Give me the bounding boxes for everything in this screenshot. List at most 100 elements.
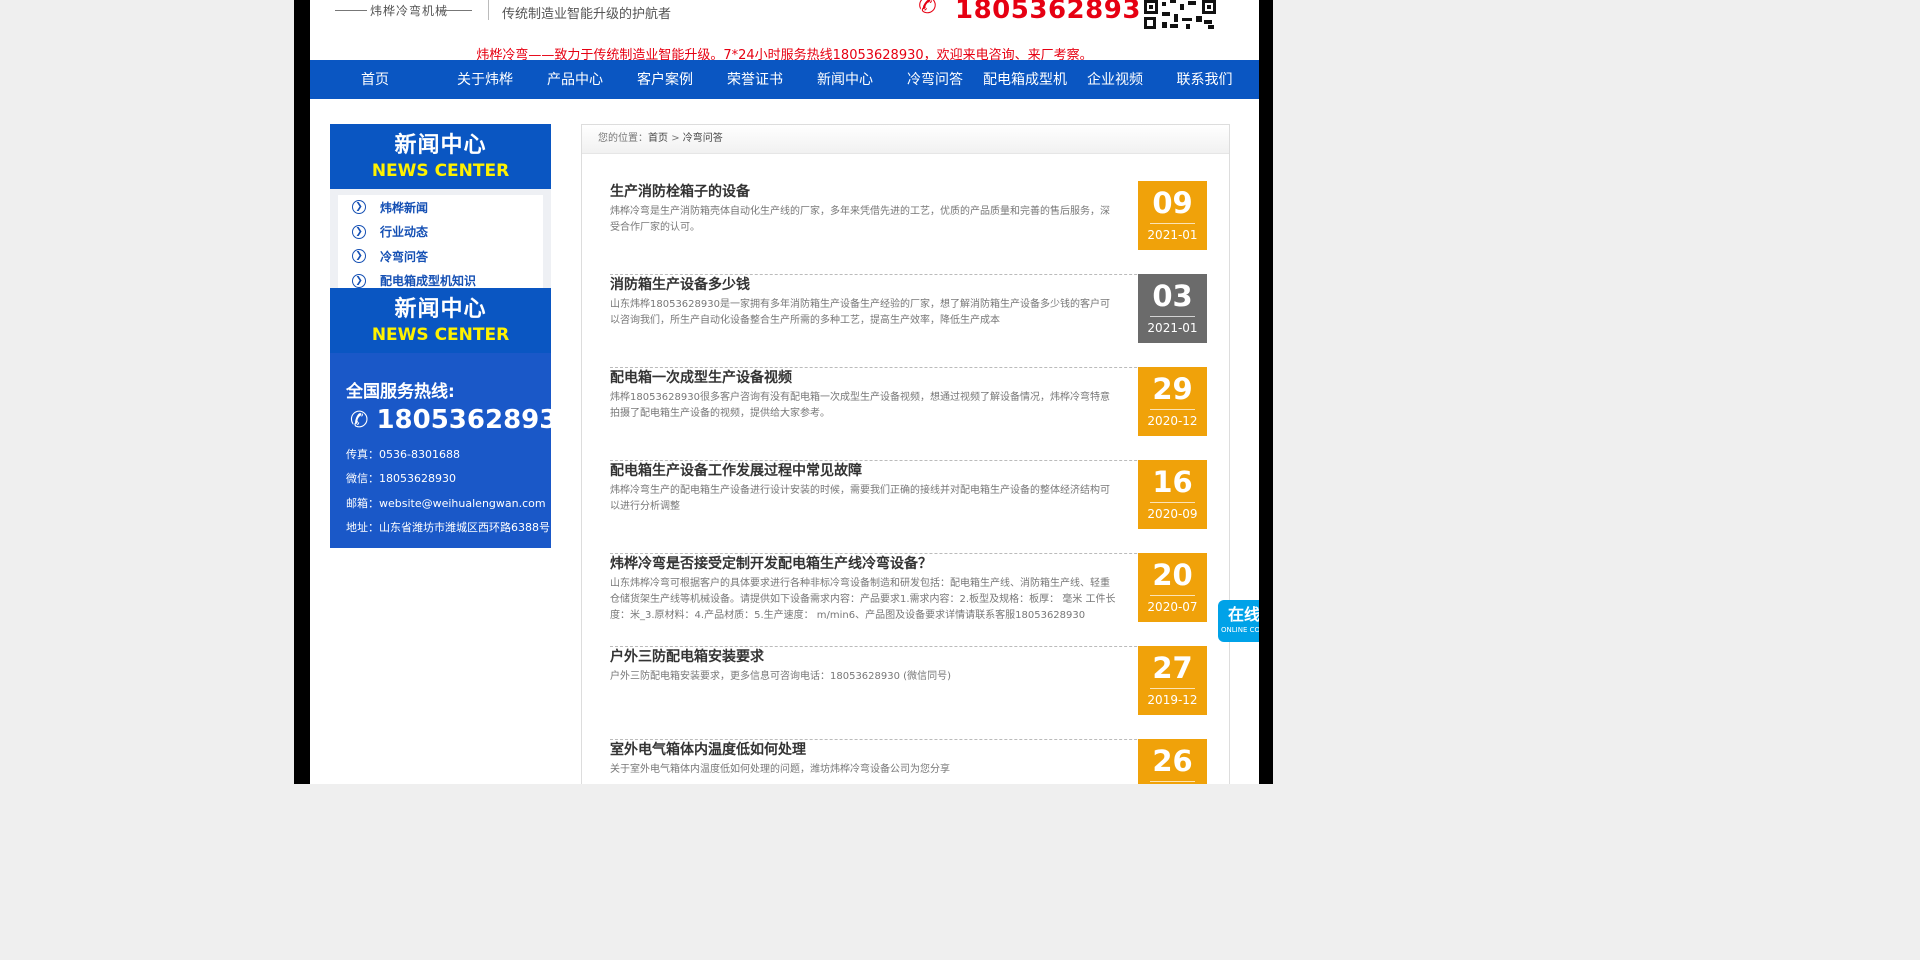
news-title[interactable]: 炜桦冷弯是否接受定制开发配电箱生产线冷弯设备？ xyxy=(610,553,932,573)
header-phone: 18053628930 xyxy=(955,0,1160,25)
contact-header-subtitle: NEWS CENTER xyxy=(371,325,510,345)
nav-about[interactable]: 关于炜桦 xyxy=(440,60,530,99)
right-black-bar xyxy=(1259,0,1273,784)
news-title[interactable]: 室外电气箱体内温度低如何处理 xyxy=(610,739,806,759)
online-consult-label: 在线 xyxy=(1228,605,1259,624)
news-summary: 炜桦冷弯生产的配电箱生产设备进行设计安装的时候，需要我们正确的接线并对配电箱生产… xyxy=(610,485,1110,512)
nav-honors[interactable]: 荣誉证书 xyxy=(710,60,800,99)
breadcrumb: 您的位置：首页 > 冷弯问答 xyxy=(582,125,1229,154)
news-date-badge: 26 xyxy=(1138,739,1207,784)
news-date-badge: 03 2021-01 xyxy=(1138,274,1207,343)
news-title[interactable]: 户外三防配电箱安装要求 xyxy=(610,646,764,666)
logo-line-left xyxy=(335,10,367,11)
news-item[interactable]: 户外三防配电箱安装要求户外三防配电箱安装要求，更多信息可咨询电话：1805362… xyxy=(610,646,1207,740)
page: 炜桦冷弯机械 传统制造业智能升级的护航者 ✆ 18053628930 炜桦冷弯—… xyxy=(310,0,1259,784)
header-divider xyxy=(488,0,489,20)
news-item[interactable]: 配电箱一次成型生产设备视频炜桦18053628930很多客户咨询有没有配电箱一次… xyxy=(610,367,1207,461)
sidebar-item-label: 配电箱成型机知识 xyxy=(380,274,477,289)
news-date-badge: 29 2020-12 xyxy=(1138,367,1207,436)
online-consult-button[interactable]: 在线 ONLINE CONSULT xyxy=(1218,600,1259,642)
sidebar: 新闻中心 NEWS CENTER ❯ 炜桦新闻 ❯ 行业动态 ❯ 冷弯问答 ❯ 配电箱成… xyxy=(330,124,575,548)
nav-news[interactable]: 新闻中心 xyxy=(800,60,890,99)
news-item[interactable]: 消防箱生产设备多少钱山东炜桦18053628930是一家拥有多年消防箱生产设备生… xyxy=(610,274,1207,368)
news-day: 29 xyxy=(1152,372,1193,406)
sidebar-item-label: 冷弯问答 xyxy=(380,249,429,264)
news-item[interactable]: 炜桦冷弯是否接受定制开发配电箱生产线冷弯设备？ 山东炜桦冷弯可根据客户的具体要求进… xyxy=(610,553,1207,647)
news-day: 26 xyxy=(1152,744,1193,778)
sidebar-item-label: 行业动态 xyxy=(380,225,429,240)
hotline-label: 全国服务热线: xyxy=(346,382,455,402)
sidebar-header-subtitle: NEWS CENTER xyxy=(371,161,510,181)
news-item[interactable]: 配电箱生产设备工作发展过程中常见故障炜桦冷弯生产的配电箱生产设备进行设计安装的时… xyxy=(610,460,1207,554)
news-title[interactable]: 消防箱生产设备多少钱 xyxy=(610,274,750,294)
nav-qa[interactable]: 冷弯问答 xyxy=(890,60,980,99)
news-summary: 炜桦冷弯是生产消防箱壳体自动化生产线的厂家，多年来凭借先进的工艺，优质的产品质量… xyxy=(610,206,1110,233)
breadcrumb-prefix: 您的位置： xyxy=(598,133,648,144)
sidebar-item-news[interactable]: ❯ 炜桦新闻 xyxy=(338,195,543,220)
qr-code-icon xyxy=(1142,0,1218,30)
phone-icon: ✆ xyxy=(915,0,939,21)
hotline-number-text: 18053628930 xyxy=(376,405,576,435)
news-day: 27 xyxy=(1152,651,1193,685)
contact-email: 邮箱：website@weihualengwan.com xyxy=(346,497,546,510)
news-summary: 山东炜桦18053628930是一家拥有多年消防箱生产设备生产经验的厂家，想了解… xyxy=(610,299,1110,326)
news-date-badge: 09 2021-01 xyxy=(1138,181,1207,250)
news-list-panel: 您的位置：首页 > 冷弯问答 生产消防栓箱子的设备炜桦冷弯是生产消防箱壳体自动化… xyxy=(581,124,1230,784)
news-month: 2020-09 xyxy=(1147,507,1198,521)
news-month: 2020-07 xyxy=(1147,600,1198,614)
news-day: 20 xyxy=(1152,558,1193,592)
date-divider xyxy=(1150,781,1195,782)
nav-video[interactable]: 企业视频 xyxy=(1070,60,1160,99)
news-month: 2021-01 xyxy=(1147,228,1198,242)
contact-header-title: 新闻中心 xyxy=(394,297,487,322)
news-month: 2021-01 xyxy=(1147,321,1198,335)
news-month: 2019-12 xyxy=(1147,693,1198,707)
news-title[interactable]: 生产消防栓箱子的设备 xyxy=(610,181,750,201)
contact-header: 新闻中心 NEWS CENTER xyxy=(330,288,551,353)
breadcrumb-current: 冷弯问答 xyxy=(682,133,723,144)
news-summary: 关于室外电气箱体内温度低如何处理的问题，潍坊炜桦冷弯设备公司为您分享 xyxy=(610,764,950,775)
news-day: 16 xyxy=(1152,465,1193,499)
news-date-badge: 16 2020-09 xyxy=(1138,460,1207,529)
left-black-bar xyxy=(294,0,310,784)
header-slogan: 传统制造业智能升级的护航者 xyxy=(502,7,672,22)
contact-panel: 全国服务热线: ✆ 18053628930 传真：0536-8301688 微信：… xyxy=(330,353,575,548)
news-item[interactable]: 生产消防栓箱子的设备炜桦冷弯是生产消防箱壳体自动化生产线的厂家，多年来凭借先进的… xyxy=(610,181,1207,275)
nav-cases[interactable]: 客户案例 xyxy=(620,60,710,99)
news-day: 03 xyxy=(1152,279,1193,313)
phone-icon: ✆ xyxy=(350,407,369,433)
sidebar-header: 新闻中心 NEWS CENTER xyxy=(330,124,551,189)
news-title[interactable]: 配电箱生产设备工作发展过程中常见故障 xyxy=(610,460,862,480)
news-date-badge: 20 2020-07 xyxy=(1138,553,1207,622)
news-summary: 山东炜桦冷弯可根据客户的具体要求进行各种非标冷弯设备制造和研发包括：配电箱生产线… xyxy=(610,578,1116,621)
contact-wechat: 微信：18053628930 xyxy=(346,472,456,485)
news-month: 2020-12 xyxy=(1147,414,1198,428)
nav-machine[interactable]: 配电箱成型机 xyxy=(980,60,1070,99)
breadcrumb-home[interactable]: 首页 xyxy=(648,133,668,144)
logo-subtitle: 炜桦冷弯机械 xyxy=(370,4,449,18)
nav-contact[interactable]: 联系我们 xyxy=(1160,60,1249,99)
logo-line-right xyxy=(440,10,472,11)
news-title[interactable]: 配电箱一次成型生产设备视频 xyxy=(610,367,792,387)
news-summary: 炜桦18053628930很多客户咨询有没有配电箱一次成型生产设备视频，想通过视… xyxy=(610,392,1110,419)
contact-address: 地址：山东省潍坊市潍城区西环路6388号 xyxy=(346,521,550,534)
news-date-badge: 27 2019-12 xyxy=(1138,646,1207,715)
chevron-right-icon: ❯ xyxy=(352,200,366,215)
contact-fax: 传真：0536-8301688 xyxy=(346,448,460,461)
sidebar-menu: ❯ 炜桦新闻 ❯ 行业动态 ❯ 冷弯问答 ❯ 配电箱成型机知识 xyxy=(330,189,551,288)
chevron-right-icon: ❯ xyxy=(352,273,366,288)
chevron-right-icon: ❯ xyxy=(352,224,366,239)
breadcrumb-separator: > xyxy=(671,133,680,144)
hotline-number: ✆ 18053628930 xyxy=(350,405,575,435)
sidebar-item-qa[interactable]: ❯ 冷弯问答 xyxy=(338,244,543,269)
news-day: 09 xyxy=(1152,186,1193,220)
online-consult-sublabel: ONLINE CONSULT xyxy=(1221,626,1259,634)
news-summary: 户外三防配电箱安装要求，更多信息可咨询电话：18053628930 (微信同号) xyxy=(610,671,951,682)
nav-products[interactable]: 产品中心 xyxy=(530,60,620,99)
main-nav: 首页 关于炜桦 产品中心 客户案例 荣誉证书 新闻中心 冷弯问答 配电箱成型机 … xyxy=(310,60,1259,99)
sidebar-item-industry[interactable]: ❯ 行业动态 xyxy=(338,220,543,245)
sidebar-item-label: 炜桦新闻 xyxy=(380,200,429,215)
nav-home[interactable]: 首页 xyxy=(310,60,440,99)
news-item[interactable]: 室外电气箱体内温度低如何处理关于室外电气箱体内温度低如何处理的问题，潍坊炜桦冷弯… xyxy=(610,739,1207,784)
sidebar-header-title: 新闻中心 xyxy=(394,133,487,158)
